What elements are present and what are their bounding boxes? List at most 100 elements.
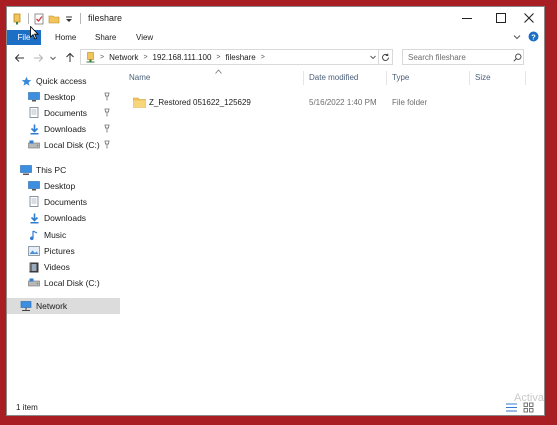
- up-button[interactable]: [63, 50, 76, 65]
- videos-icon: [28, 261, 40, 273]
- nav-item-this-pc[interactable]: This PC: [7, 162, 120, 178]
- address-history-dropdown[interactable]: [369, 53, 377, 63]
- nav-item-desktop[interactable]: Desktop: [7, 89, 136, 105]
- nav-item-network[interactable]: Network: [7, 298, 120, 314]
- toolbar-separator: [80, 13, 81, 24]
- breadcrumb-separator[interactable]: >: [100, 54, 104, 61]
- nav-item-local-disk[interactable]: Local Disk (C:): [7, 137, 136, 153]
- pin-icon: [103, 140, 111, 151]
- column-header-type[interactable]: Type: [392, 70, 409, 86]
- toolbar-separator: [28, 13, 29, 24]
- nav-label: This PC: [36, 165, 67, 175]
- breadcrumb-network[interactable]: Network: [109, 53, 138, 62]
- chevron-down-icon: [370, 55, 376, 60]
- documents-icon: [28, 107, 40, 119]
- details-view-button[interactable]: [506, 403, 517, 414]
- title-bar: fileshare: [7, 7, 544, 31]
- nav-item-pc-documents[interactable]: Documents: [7, 194, 136, 210]
- nav-label: Downloads: [44, 213, 87, 223]
- hard-drive-icon: [28, 277, 40, 289]
- ribbon-tabs: File Home Share View ?: [7, 30, 544, 45]
- nav-item-videos[interactable]: Videos: [7, 259, 136, 275]
- up-arrow-icon: [65, 52, 74, 62]
- column-divider[interactable]: [386, 71, 387, 85]
- nav-label: Desktop: [44, 181, 76, 191]
- tab-view[interactable]: View: [136, 30, 153, 45]
- column-header-name[interactable]: Name: [129, 70, 150, 86]
- nav-item-downloads[interactable]: Downloads: [7, 121, 136, 137]
- close-button[interactable]: [512, 7, 546, 29]
- properties-icon[interactable]: [32, 12, 45, 25]
- file-list: Name Date modified Type Size Z_Restored …: [120, 69, 544, 391]
- address-bar[interactable]: > Network > 192.168.111.100 > fileshare …: [80, 49, 393, 65]
- file-date: 5/16/2022 1:40 PM: [309, 98, 377, 107]
- nav-item-quick-access[interactable]: Quick access: [7, 73, 120, 89]
- customize-toolbar-icon[interactable]: [62, 12, 75, 25]
- search-box: [402, 49, 524, 65]
- status-item-count: 1 item: [16, 403, 38, 412]
- nav-item-pictures[interactable]: Pictures: [7, 243, 136, 259]
- search-input[interactable]: [408, 52, 504, 62]
- documents-icon: [28, 196, 40, 208]
- window-title: fileshare: [88, 13, 123, 23]
- forward-button[interactable]: [32, 50, 45, 65]
- explorer-window: fileshare File Home Share View ? > Netwo…: [6, 6, 545, 416]
- pin-icon: [103, 108, 111, 119]
- nav-label: Downloads: [44, 124, 87, 134]
- table-row[interactable]: Z_Restored 051622_125629 5/16/2022 1:40 …: [125, 95, 505, 110]
- chevron-down-icon: [50, 56, 56, 60]
- nav-label: Quick access: [36, 76, 87, 86]
- nav-label: Documents: [44, 108, 87, 118]
- nav-item-pc-desktop[interactable]: Desktop: [7, 178, 136, 194]
- details-view-icon: [506, 403, 517, 412]
- nav-label: Local Disk (C:): [44, 140, 100, 150]
- maximize-icon: [496, 13, 506, 23]
- column-divider[interactable]: [469, 71, 470, 85]
- pin-icon: [103, 124, 111, 135]
- svg-text:?: ?: [531, 32, 536, 41]
- nav-item-music[interactable]: Music: [7, 227, 136, 243]
- address-row: > Network > 192.168.111.100 > fileshare …: [7, 49, 544, 66]
- tab-share[interactable]: Share: [95, 30, 116, 45]
- breadcrumb-fileshare[interactable]: fileshare: [226, 53, 256, 62]
- breadcrumb-host[interactable]: 192.168.111.100: [153, 53, 212, 62]
- column-divider[interactable]: [303, 71, 304, 85]
- tab-home[interactable]: Home: [55, 30, 76, 45]
- new-folder-icon[interactable]: [47, 12, 60, 25]
- file-type: File folder: [392, 98, 428, 107]
- nav-label: Documents: [44, 197, 87, 207]
- refresh-button[interactable]: [378, 50, 392, 64]
- back-button[interactable]: [13, 50, 26, 65]
- desktop-icon: [28, 180, 40, 192]
- column-divider[interactable]: [525, 71, 526, 85]
- downloads-icon: [28, 123, 40, 135]
- column-header-size[interactable]: Size: [475, 70, 491, 86]
- expand-ribbon-icon[interactable]: [512, 32, 522, 42]
- nav-label: Network: [36, 301, 68, 311]
- nav-label: Pictures: [44, 246, 75, 256]
- nav-item-pc-downloads[interactable]: Downloads: [7, 210, 136, 226]
- network-icon: [20, 300, 32, 312]
- sort-indicator-icon: [215, 66, 222, 76]
- mouse-cursor-icon: [30, 25, 39, 42]
- recent-locations-button[interactable]: [48, 50, 58, 65]
- forward-arrow-icon: [34, 53, 44, 62]
- nav-item-pc-local-disk[interactable]: Local Disk (C:): [7, 275, 136, 291]
- breadcrumb-separator[interactable]: >: [143, 54, 147, 61]
- nav-label: Local Disk (C:): [44, 278, 100, 288]
- nav-item-documents[interactable]: Documents: [7, 105, 136, 121]
- quick-access-toolbar: [10, 11, 84, 26]
- pictures-icon: [28, 245, 40, 257]
- breadcrumb-separator[interactable]: >: [261, 54, 265, 61]
- breadcrumb-separator[interactable]: >: [216, 54, 220, 61]
- column-header-date[interactable]: Date modified: [309, 70, 358, 86]
- help-icon[interactable]: ?: [528, 31, 539, 42]
- minimize-icon: [462, 18, 472, 19]
- app-icon[interactable]: [10, 12, 23, 25]
- desktop-icon: [28, 91, 40, 103]
- minimize-button[interactable]: [450, 7, 484, 29]
- activation-watermark: Activa: [514, 392, 544, 404]
- refresh-icon: [382, 53, 389, 61]
- computer-icon: [20, 164, 32, 176]
- close-icon: [524, 13, 534, 23]
